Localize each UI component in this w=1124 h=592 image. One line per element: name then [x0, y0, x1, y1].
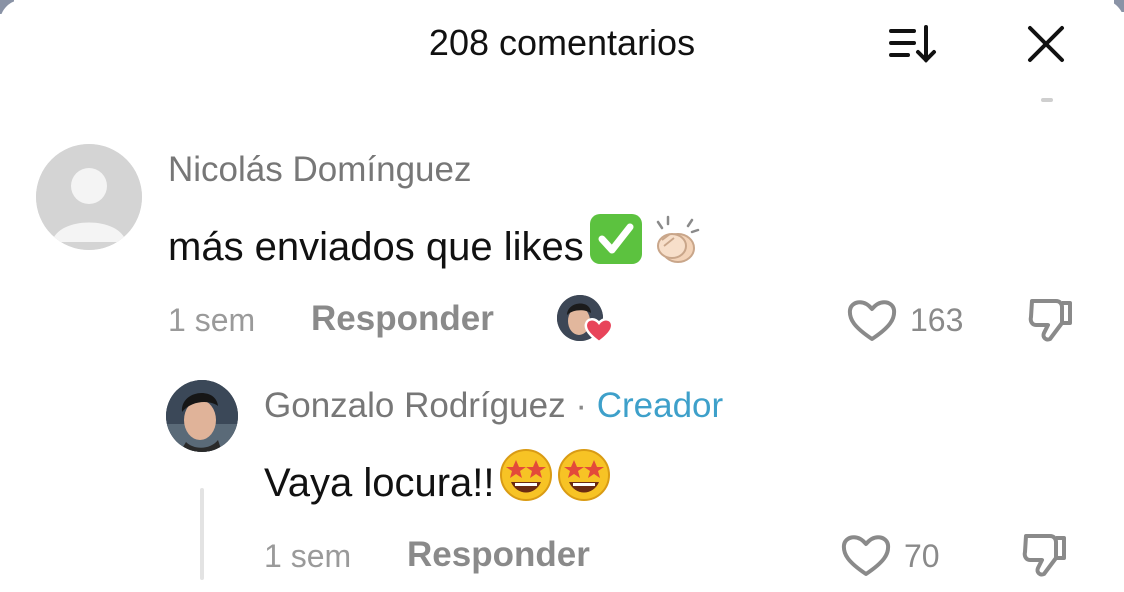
comment-author[interactable]: Nicolás Domínguez — [168, 150, 471, 190]
sort-button[interactable] — [886, 22, 942, 66]
like-button[interactable] — [840, 532, 892, 583]
sort-icon — [889, 25, 936, 63]
dislike-button[interactable] — [1020, 530, 1070, 585]
check-mark-emoji — [588, 212, 644, 276]
comment-text: más enviados que likes — [168, 212, 704, 276]
scroll-peek-indicator — [1041, 98, 1053, 102]
reply-author-line: Gonzalo Rodríguez · Creador — [264, 386, 723, 426]
reply-time: 1 sem — [264, 538, 352, 574]
close-button[interactable] — [1024, 22, 1068, 66]
thumbs-down-icon — [1028, 299, 1072, 342]
heart-outline-icon — [841, 535, 891, 576]
close-icon — [1028, 26, 1064, 62]
star-struck-emoji — [499, 448, 553, 512]
thumbs-down-icon — [1022, 534, 1066, 577]
reply-body: Vaya locura!! — [264, 461, 495, 505]
star-struck-emoji — [557, 448, 611, 512]
like-count: 163 — [910, 302, 964, 338]
avatar[interactable] — [36, 144, 142, 250]
heart-outline-icon — [847, 300, 897, 341]
comments-sheet: 208 comentarios Nicolás Domínguez más en… — [0, 0, 1124, 592]
comment-time: 1 sem — [168, 302, 256, 338]
like-button[interactable] — [846, 297, 898, 348]
clapping-hands-emoji — [648, 212, 704, 276]
comment-body: más enviados que likes — [168, 225, 584, 269]
reply-text: Vaya locura!! — [264, 448, 611, 512]
reply-button[interactable]: Responder — [311, 299, 494, 339]
creator-photo-icon — [166, 380, 238, 452]
creator-badge: Creador — [596, 386, 724, 425]
like-count: 70 — [904, 538, 940, 574]
comments-count-title: 208 comentarios — [428, 22, 696, 63]
reply-button[interactable]: Responder — [407, 535, 590, 575]
separator-dot: · — [575, 386, 587, 425]
thread-line — [200, 488, 204, 580]
creator-heart-icon — [584, 316, 614, 344]
reply-author[interactable]: Gonzalo Rodríguez — [264, 386, 566, 425]
avatar[interactable] — [166, 380, 238, 452]
default-avatar-icon — [36, 144, 142, 250]
dislike-button[interactable] — [1026, 295, 1076, 350]
